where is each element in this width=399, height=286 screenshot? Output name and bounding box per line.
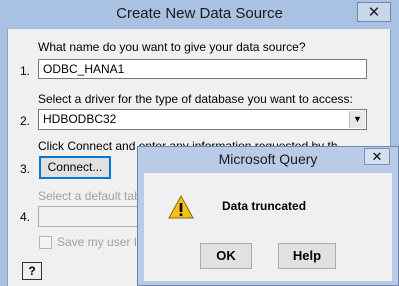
data-source-name-input[interactable]: ODBC_HANA1 (38, 59, 367, 79)
driver-select-value: HDBODBC32 (43, 112, 117, 126)
step2-prompt: Select a driver for the type of database… (38, 92, 353, 106)
save-user-id-checkbox[interactable] (39, 236, 52, 249)
step1-prompt: What name do you want to give your data … (38, 40, 306, 54)
step4-prompt: Select a default table for the data sour… (38, 189, 148, 203)
dialog-title: Microsoft Query (218, 151, 318, 167)
window-title: Create New Data Source (116, 5, 283, 22)
warning-icon (168, 195, 194, 219)
ok-button[interactable]: OK (200, 243, 252, 269)
connect-button[interactable]: Connect... (39, 156, 111, 179)
step4-number: 4. (20, 210, 31, 224)
save-user-id-label: Save my user ID and password in the data… (57, 235, 147, 249)
step2-number: 2. (20, 114, 31, 128)
default-table-select[interactable] (38, 206, 148, 227)
help-icon[interactable]: ? (22, 262, 42, 280)
step3-number: 3. (20, 162, 31, 176)
dialog-body: Data truncated OK Help (144, 173, 392, 281)
dialog-close-button[interactable]: ✕ (364, 148, 390, 165)
dialog-help-button[interactable]: Help (278, 243, 336, 269)
message-dialog: Microsoft Query ✕ Data truncated OK Help (137, 146, 399, 286)
chevron-down-icon[interactable]: ▼ (349, 111, 365, 128)
close-window-button[interactable]: ✕ (357, 2, 391, 22)
dialog-message: Data truncated (222, 199, 307, 213)
driver-select[interactable]: HDBODBC32 ▼ (38, 109, 367, 130)
step1-number: 1. (20, 64, 31, 78)
